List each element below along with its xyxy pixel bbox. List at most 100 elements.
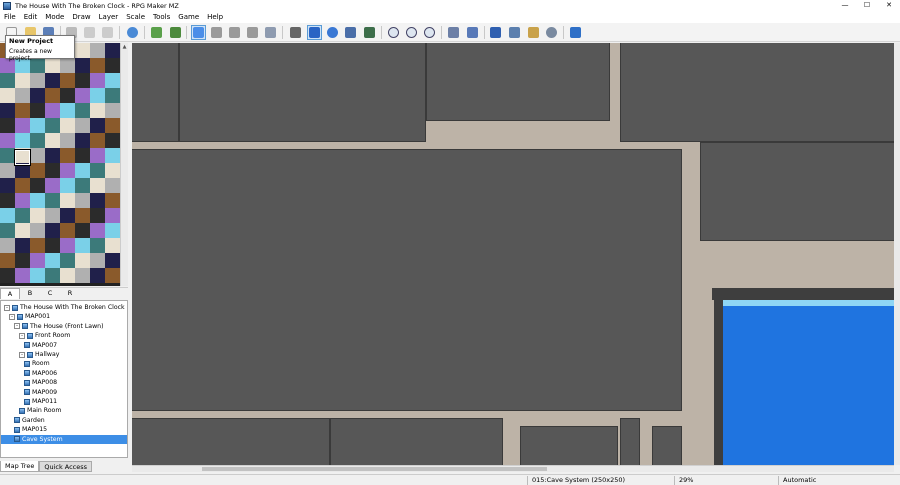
tile[interactable] — [75, 103, 90, 118]
tile[interactable] — [30, 268, 45, 283]
tile[interactable] — [30, 253, 45, 268]
map-vertical-scrollbar[interactable] — [894, 43, 900, 465]
tile[interactable] — [30, 178, 45, 193]
tab-a[interactable]: A — [0, 288, 20, 299]
tile[interactable] — [75, 73, 90, 88]
tile[interactable] — [15, 208, 30, 223]
tile[interactable] — [30, 238, 45, 253]
tile[interactable] — [45, 163, 60, 178]
map-tree-item[interactable]: MAP011 — [24, 397, 57, 406]
tile[interactable] — [60, 178, 75, 193]
rectangle-tool-button[interactable] — [307, 25, 322, 40]
tile[interactable] — [75, 88, 90, 103]
tile[interactable] — [15, 88, 30, 103]
tileset-palette[interactable] — [0, 43, 120, 286]
tile[interactable] — [105, 253, 120, 268]
tile[interactable] — [90, 193, 105, 208]
tile[interactable] — [0, 118, 15, 133]
event-searcher-button[interactable] — [507, 25, 522, 40]
tile[interactable] — [90, 118, 105, 133]
collapse-icon[interactable]: - — [14, 323, 20, 330]
tile[interactable] — [45, 253, 60, 268]
tile[interactable] — [0, 253, 15, 268]
tile[interactable] — [75, 223, 90, 238]
tile[interactable] — [105, 118, 120, 133]
tile[interactable] — [105, 208, 120, 223]
tile[interactable] — [105, 73, 120, 88]
tile[interactable] — [105, 148, 120, 163]
tile[interactable] — [75, 178, 90, 193]
tile[interactable] — [0, 238, 15, 253]
tile[interactable] — [90, 238, 105, 253]
menu-layer[interactable]: Layer — [95, 13, 123, 21]
tile[interactable] — [75, 163, 90, 178]
tile[interactable] — [45, 223, 60, 238]
menu-file[interactable]: File — [0, 13, 20, 21]
tile[interactable] — [45, 178, 60, 193]
tile[interactable] — [75, 133, 90, 148]
tile[interactable] — [90, 223, 105, 238]
tile[interactable] — [15, 73, 30, 88]
map-tree-item[interactable]: MAP015 — [14, 425, 47, 434]
collapse-icon[interactable]: - — [19, 332, 25, 339]
tile[interactable] — [75, 43, 90, 58]
tile[interactable] — [0, 223, 15, 238]
tile[interactable] — [30, 223, 45, 238]
tile[interactable] — [90, 58, 105, 73]
map-canvas[interactable] — [132, 43, 894, 465]
tile[interactable] — [60, 148, 75, 163]
tile[interactable] — [90, 88, 105, 103]
tile[interactable] — [45, 238, 60, 253]
tile[interactable] — [105, 163, 120, 178]
tile[interactable] — [30, 193, 45, 208]
tile[interactable] — [30, 118, 45, 133]
map-tree-item[interactable]: Cave System — [1, 434, 127, 444]
map-tree-item[interactable]: MAP006 — [24, 369, 57, 378]
map-tree-item[interactable]: Main Room — [19, 406, 61, 415]
tile[interactable] — [60, 73, 75, 88]
tile[interactable] — [15, 118, 30, 133]
map-tree-item[interactable]: MAP007 — [24, 341, 57, 350]
tile[interactable] — [60, 118, 75, 133]
map-tree-item[interactable]: - MAP001 — [9, 312, 50, 321]
menu-scale[interactable]: Scale — [122, 13, 149, 21]
tab-r[interactable]: R — [60, 288, 80, 299]
tile[interactable] — [30, 73, 45, 88]
fill-tool-button[interactable] — [343, 25, 358, 40]
event-mode-button[interactable] — [168, 25, 183, 40]
tile[interactable] — [15, 238, 30, 253]
character-generator-button[interactable] — [544, 25, 559, 40]
tile[interactable] — [15, 163, 30, 178]
database-button[interactable] — [446, 25, 461, 40]
tab-c[interactable]: C — [40, 288, 60, 299]
shadow-pen-button[interactable] — [362, 25, 377, 40]
tile[interactable] — [60, 238, 75, 253]
tile[interactable] — [15, 103, 30, 118]
tile[interactable] — [75, 253, 90, 268]
sound-test-button[interactable] — [488, 25, 503, 40]
tile[interactable] — [90, 163, 105, 178]
tile[interactable] — [105, 193, 120, 208]
tile[interactable] — [45, 73, 60, 88]
tile[interactable] — [105, 238, 120, 253]
tile[interactable] — [60, 268, 75, 283]
tile[interactable] — [60, 193, 75, 208]
tile[interactable] — [30, 208, 45, 223]
layer-4-button[interactable] — [263, 25, 278, 40]
collapse-icon[interactable]: - — [9, 314, 15, 321]
tile[interactable] — [105, 43, 120, 58]
tile[interactable] — [105, 268, 120, 283]
tile[interactable] — [75, 208, 90, 223]
maximize-button[interactable]: ☐ — [856, 0, 878, 11]
tile[interactable] — [0, 133, 15, 148]
pencil-tool-button[interactable] — [288, 25, 303, 40]
minimize-button[interactable]: — — [834, 0, 856, 11]
resource-manager-button[interactable] — [526, 25, 541, 40]
tile[interactable] — [105, 88, 120, 103]
map-tree-item[interactable]: Garden — [14, 416, 45, 425]
tile[interactable] — [45, 208, 60, 223]
zoom-in-button[interactable] — [386, 25, 401, 40]
map-tree-item[interactable]: MAP009 — [24, 388, 57, 397]
tile[interactable] — [0, 148, 15, 163]
tile[interactable] — [105, 103, 120, 118]
